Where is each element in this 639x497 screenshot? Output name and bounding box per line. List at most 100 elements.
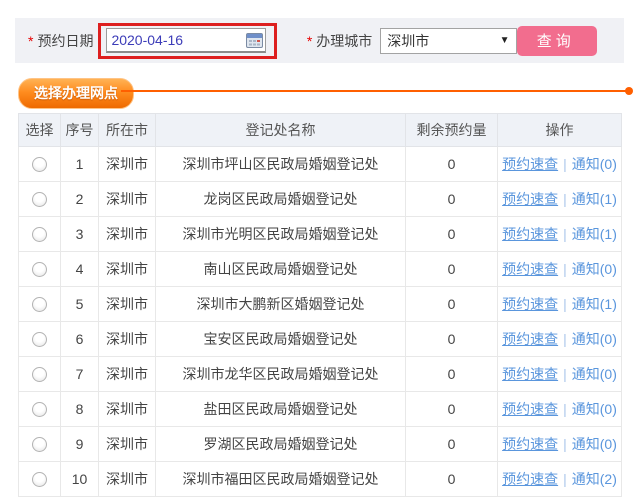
quick-check-link[interactable]: 预约速查 — [502, 331, 558, 347]
header-actions: 操作 — [498, 114, 622, 147]
select-radio[interactable] — [32, 402, 47, 417]
notice-link[interactable]: 通知(0) — [572, 436, 617, 452]
select-radio[interactable] — [32, 192, 47, 207]
city-select[interactable]: 深圳市 ▼ — [380, 28, 516, 54]
table-row: 3 深圳市 深圳市光明区民政局婚姻登记处 0 预约速查|通知(1) — [19, 217, 622, 252]
quick-check-link[interactable]: 预约速查 — [502, 191, 558, 207]
remaining-count: 0 — [406, 427, 498, 462]
notice-link[interactable]: 通知(0) — [572, 401, 617, 417]
quick-check-link[interactable]: 预约速查 — [502, 366, 558, 382]
table-row: 5 深圳市 深圳市大鹏新区婚姻登记处 0 预约速查|通知(1) — [19, 287, 622, 322]
registry-name: 深圳市坪山区民政局婚姻登记处 — [156, 147, 406, 182]
link-separator: | — [563, 401, 567, 417]
select-radio[interactable] — [32, 297, 47, 312]
quick-check-link[interactable]: 预约速查 — [502, 296, 558, 312]
row-city: 深圳市 — [99, 252, 156, 287]
registry-name: 深圳市大鹏新区婚姻登记处 — [156, 287, 406, 322]
row-city: 深圳市 — [99, 217, 156, 252]
remaining-count: 0 — [406, 462, 498, 497]
registry-name: 盐田区民政局婚姻登记处 — [156, 392, 406, 427]
row-number: 6 — [61, 322, 99, 357]
quick-check-link[interactable]: 预约速查 — [502, 261, 558, 277]
quick-check-link[interactable]: 预约速查 — [502, 226, 558, 242]
notice-link[interactable]: 通知(1) — [572, 296, 617, 312]
section-divider-dot — [625, 87, 633, 95]
city-select-value: 深圳市 — [387, 31, 429, 51]
select-radio[interactable] — [32, 367, 47, 382]
registry-name: 宝安区民政局婚姻登记处 — [156, 322, 406, 357]
chevron-down-icon: ▼ — [500, 35, 510, 46]
remaining-count: 0 — [406, 392, 498, 427]
header-remaining: 剩余预约量 — [406, 114, 498, 147]
calendar-icon[interactable] — [246, 33, 263, 48]
remaining-count: 0 — [406, 357, 498, 392]
date-input-box[interactable] — [106, 28, 266, 53]
header-select: 选择 — [19, 114, 61, 147]
notice-link[interactable]: 通知(0) — [572, 156, 617, 172]
link-separator: | — [563, 471, 567, 487]
row-city: 深圳市 — [99, 462, 156, 497]
required-asterisk: * — [28, 33, 33, 49]
query-button[interactable]: 查询 — [517, 26, 597, 56]
table-row: 1 深圳市 深圳市坪山区民政局婚姻登记处 0 预约速查|通知(0) — [19, 147, 622, 182]
notice-link[interactable]: 通知(1) — [572, 226, 617, 242]
link-separator: | — [563, 261, 567, 277]
select-radio[interactable] — [32, 157, 47, 172]
registry-name: 龙岗区民政局婚姻登记处 — [156, 182, 406, 217]
row-city: 深圳市 — [99, 392, 156, 427]
table-row: 2 深圳市 龙岗区民政局婚姻登记处 0 预约速查|通知(1) — [19, 182, 622, 217]
registry-name: 深圳市光明区民政局婚姻登记处 — [156, 217, 406, 252]
quick-check-link[interactable]: 预约速查 — [502, 401, 558, 417]
notice-link[interactable]: 通知(0) — [572, 331, 617, 347]
row-number: 7 — [61, 357, 99, 392]
date-field-label: * 预约日期 — [28, 31, 93, 51]
row-city: 深圳市 — [99, 182, 156, 217]
row-city: 深圳市 — [99, 322, 156, 357]
row-number: 1 — [61, 147, 99, 182]
quick-check-link[interactable]: 预约速查 — [502, 436, 558, 452]
table-row: 10 深圳市 深圳市福田区民政局婚姻登记处 0 预约速查|通知(2) — [19, 462, 622, 497]
table-row: 7 深圳市 深圳市龙华区民政局婚姻登记处 0 预约速查|通知(0) — [19, 357, 622, 392]
row-number: 9 — [61, 427, 99, 462]
table-row: 4 深圳市 南山区民政局婚姻登记处 0 预约速查|通知(0) — [19, 252, 622, 287]
row-number: 8 — [61, 392, 99, 427]
select-radio[interactable] — [32, 437, 47, 452]
table-header-row: 选择 序号 所在市 登记处名称 剩余预约量 操作 — [19, 114, 622, 147]
notice-link[interactable]: 通知(0) — [572, 261, 617, 277]
city-field-label: * 办理城市 — [307, 31, 372, 51]
date-input[interactable] — [107, 31, 231, 49]
row-number: 2 — [61, 182, 99, 217]
link-separator: | — [563, 436, 567, 452]
section-header: 选择办理网点 — [18, 78, 632, 105]
date-highlight-box — [98, 23, 276, 59]
row-city: 深圳市 — [99, 147, 156, 182]
quick-check-link[interactable]: 预约速查 — [502, 156, 558, 172]
row-city: 深圳市 — [99, 427, 156, 462]
select-radio[interactable] — [32, 472, 47, 487]
quick-check-link[interactable]: 预约速查 — [502, 471, 558, 487]
link-separator: | — [563, 226, 567, 242]
row-number: 3 — [61, 217, 99, 252]
remaining-count: 0 — [406, 287, 498, 322]
section-title-pill: 选择办理网点 — [18, 78, 134, 109]
notice-link[interactable]: 通知(1) — [572, 191, 617, 207]
link-separator: | — [563, 331, 567, 347]
select-radio[interactable] — [32, 332, 47, 347]
city-label-text: 办理城市 — [316, 31, 372, 51]
query-form-bar: * 预约日期 * 办理城市 深圳市 ▼ 查询 — [15, 18, 624, 63]
registry-name: 南山区民政局婚姻登记处 — [156, 252, 406, 287]
select-radio[interactable] — [32, 227, 47, 242]
table-row: 8 深圳市 盐田区民政局婚姻登记处 0 预约速查 | 通知(0) — [19, 392, 622, 427]
select-radio[interactable] — [32, 262, 47, 277]
row-city: 深圳市 — [99, 287, 156, 322]
table-row: 9 深圳市 罗湖区民政局婚姻登记处 0 预约速查|通知(0) — [19, 427, 622, 462]
date-label-text: 预约日期 — [37, 31, 93, 51]
remaining-count: 0 — [406, 322, 498, 357]
notice-link[interactable]: 通知(0) — [572, 366, 617, 382]
remaining-count: 0 — [406, 252, 498, 287]
registry-table: 选择 序号 所在市 登记处名称 剩余预约量 操作 1 深圳市 深圳市坪山区民政局… — [18, 113, 622, 497]
table-row: 6 深圳市 宝安区民政局婚姻登记处 0 预约速查 | 通知(0) — [19, 322, 622, 357]
remaining-count: 0 — [406, 147, 498, 182]
notice-link[interactable]: 通知(2) — [572, 471, 617, 487]
section-divider-line — [121, 90, 632, 92]
